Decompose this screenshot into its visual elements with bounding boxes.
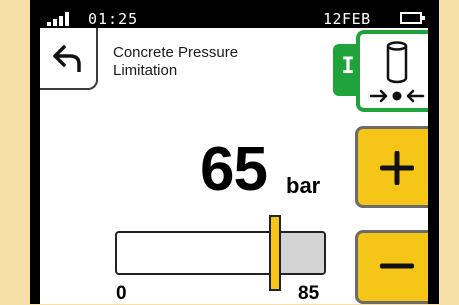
pressure-slider-remaining bbox=[275, 233, 324, 273]
decrease-button[interactable] bbox=[355, 230, 428, 304]
plus-icon bbox=[380, 151, 414, 185]
increase-button[interactable] bbox=[355, 126, 428, 208]
page-title: Concrete Pressure Limitation bbox=[113, 44, 239, 79]
pressure-slider-track[interactable] bbox=[115, 231, 326, 275]
status-time: 01:25 bbox=[88, 10, 139, 28]
pressure-value: 65 bbox=[200, 135, 268, 204]
minus-icon bbox=[380, 263, 414, 269]
slider-max-label: 85 bbox=[298, 283, 320, 304]
pressure-mode-button[interactable] bbox=[356, 30, 428, 112]
status-bar: 01:25 12FEB bbox=[40, 0, 428, 28]
signal-icon bbox=[47, 12, 69, 26]
cylinder-pressure-icon bbox=[369, 41, 425, 103]
back-arrow-icon bbox=[53, 45, 81, 72]
pressure-slider-thumb[interactable] bbox=[269, 215, 281, 291]
mode-selector: I bbox=[333, 30, 428, 112]
pressure-unit: bar bbox=[286, 173, 321, 198]
slider-min-label: 0 bbox=[116, 283, 127, 304]
back-button[interactable] bbox=[40, 28, 98, 90]
status-date: 12FEB bbox=[323, 10, 371, 28]
battery-icon bbox=[400, 12, 425, 24]
